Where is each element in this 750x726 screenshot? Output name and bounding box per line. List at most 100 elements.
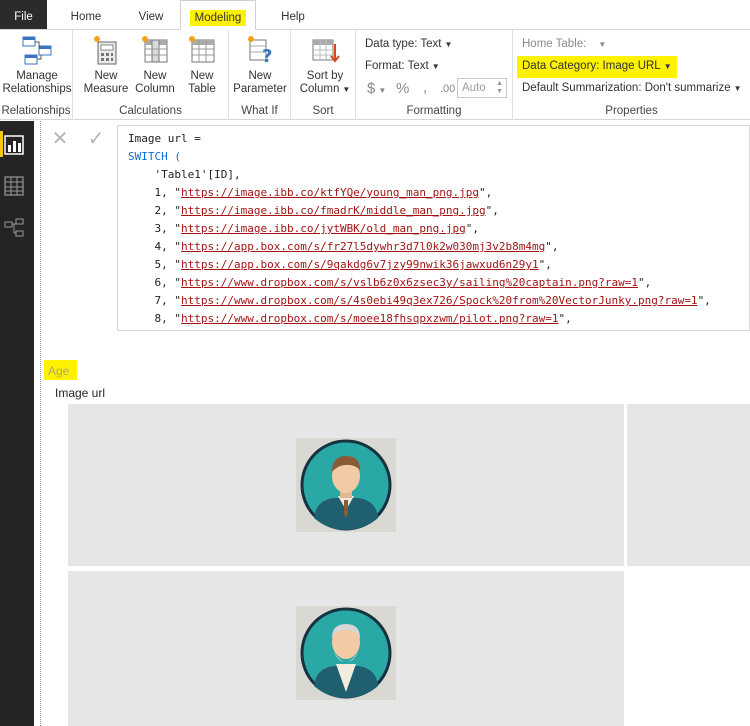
group-label-formatting: Formatting <box>406 105 462 117</box>
case-number: 8 <box>154 312 162 325</box>
formula-url[interactable]: https://app.box.com/s/fr27l5dywhr3d7l0k2… <box>181 240 545 253</box>
formula-case-row: 3, "https://image.ibb.co/jytWBK/old_man_… <box>154 222 480 235</box>
group-relationships: Manage Relationships Relationships <box>0 30 73 120</box>
tab-home[interactable]: Home <box>62 0 110 30</box>
formula-url[interactable]: https://image.ibb.co/ktfYQe/young_man_pn… <box>181 186 479 199</box>
new-column-button[interactable]: New Column <box>132 34 178 96</box>
column-header: Image url <box>55 386 106 400</box>
group-label-relationships: Relationships <box>1 105 71 117</box>
case-number: 5 <box>154 258 162 271</box>
new-table-label: New Table <box>188 70 216 95</box>
ribbon-tab-bar: File Home View Modeling Help <box>0 0 750 31</box>
image-cell[interactable] <box>627 404 750 566</box>
formula-url[interactable]: https://www.dropbox.com/s/4s0ebi49q3ex72… <box>181 294 698 307</box>
group-label-whatif: What If <box>241 105 278 117</box>
group-whatif: ? New Parameter What If <box>229 30 291 120</box>
parameter-icon: ? <box>248 36 272 66</box>
chevron-down-icon: ▼ <box>342 85 351 94</box>
group-calculations: New Measure New Column New Table Calcula… <box>73 30 229 120</box>
new-parameter-button[interactable]: ? New Parameter <box>231 34 289 96</box>
manage-relationships-label: Manage Relationships <box>2 70 72 95</box>
group-formatting: Data type: Text ▼ Format: Text ▼ $ ▼ % , .0… <box>356 30 513 120</box>
format-label: Format: Text <box>365 60 429 72</box>
format-dropdown[interactable]: Format: Text ▼ <box>365 60 440 72</box>
formula-case-row: 2, "https://image.ibb.co/fmadrK/middle_m… <box>154 204 499 217</box>
commit-icon[interactable]: ✓ <box>86 129 106 149</box>
tab-modeling[interactable]: Modeling <box>180 0 256 31</box>
dax-formula-editor[interactable]: Image url = SWITCH ( 'Table1'[ID], 1, "h… <box>117 125 750 331</box>
sort-by-column-label: Sort by Column <box>299 70 344 95</box>
image-cell[interactable] <box>68 571 624 726</box>
tab-view[interactable]: View <box>127 0 175 30</box>
case-number: 4 <box>154 240 162 253</box>
visual-title: Age <box>48 364 70 378</box>
formula-case-row: 1, "https://image.ibb.co/ktfYQe/young_ma… <box>154 186 493 199</box>
formula-case-row: 5, "https://app.box.com/s/9qakdg6v7jzy99… <box>154 258 552 271</box>
data-type-dropdown[interactable]: Data type: Text ▼ <box>365 38 452 50</box>
tab-modeling-label: Modeling <box>189 10 247 26</box>
decimal-icon[interactable]: .00 <box>440 83 455 95</box>
ribbon: Manage Relationships Relationships New M… <box>0 30 750 120</box>
new-column-icon <box>142 36 168 63</box>
avatar <box>296 606 396 700</box>
currency-button[interactable]: $ ▼ <box>367 80 386 97</box>
formula-url[interactable]: https://image.ibb.co/jytWBK/old_man_png.… <box>181 222 466 235</box>
calculator-icon <box>94 36 117 65</box>
new-parameter-label: New Parameter <box>233 70 287 95</box>
spinner-icon[interactable]: ▲ ▼ <box>496 80 503 96</box>
new-column-label: New Column <box>135 70 175 95</box>
canvas-divider <box>40 121 41 726</box>
case-number: 6 <box>154 276 162 289</box>
default-summarization-label: Default Summarization: Don't summarize <box>522 82 731 94</box>
group-label-sort: Sort <box>312 105 334 117</box>
new-table-button[interactable]: New Table <box>179 34 225 96</box>
case-number: 2 <box>154 204 162 217</box>
formula-line-1: Image url = <box>128 132 201 145</box>
decimal-places-input[interactable]: Auto ▲ ▼ <box>457 78 507 98</box>
view-switcher-rail <box>0 121 34 726</box>
sort-by-column-button[interactable]: Sort by Column ▼ <box>297 34 353 96</box>
active-view-indicator <box>0 131 3 157</box>
group-label-properties: Properties <box>605 105 658 117</box>
formula-line-2: SWITCH ( <box>128 150 181 163</box>
case-number: 7 <box>154 294 162 307</box>
sort-icon <box>312 39 340 63</box>
formula-url[interactable]: https://www.dropbox.com/s/moee18fhsqpxzw… <box>181 312 559 325</box>
new-table-icon <box>189 36 215 63</box>
manage-relationships-button[interactable]: Manage Relationships <box>2 34 72 96</box>
home-table-label: Home Table: <box>522 38 587 50</box>
data-view-icon[interactable] <box>4 176 24 196</box>
formula-url[interactable]: https://www.dropbox.com/s/vslb6z0x6zsec3… <box>181 276 638 289</box>
chevron-down-icon: ▼ <box>663 62 672 71</box>
group-properties: Home Table: ▼ Data Category: Image URL ▼ D… <box>513 30 750 120</box>
comma-icon[interactable]: , <box>423 79 427 96</box>
formula-case-row: 7, "https://www.dropbox.com/s/4s0ebi49q3… <box>154 294 711 307</box>
case-number: 3 <box>154 222 162 235</box>
old-man-avatar-icon <box>300 607 392 699</box>
tab-help[interactable]: Help <box>270 0 316 30</box>
chevron-down-icon: ▼ <box>444 40 453 49</box>
decimal-places-value: Auto <box>462 82 486 94</box>
formula-url[interactable]: https://app.box.com/s/9qakdg6v7jzy99nwik… <box>181 258 539 271</box>
relationships-icon <box>22 36 52 65</box>
home-table-dropdown[interactable]: Home Table: ▼ <box>522 38 606 50</box>
currency-icon: $ <box>367 80 376 97</box>
percent-icon[interactable]: % <box>396 80 409 97</box>
formula-case-row: 4, "https://app.box.com/s/fr27l5dywhr3d7… <box>154 240 559 253</box>
model-view-icon[interactable] <box>4 218 24 238</box>
default-summarization-dropdown[interactable]: Default Summarization: Don't summarize ▼ <box>522 82 742 94</box>
new-measure-button[interactable]: New Measure <box>83 34 129 96</box>
data-category-label: Data Category: Image URL <box>522 60 661 72</box>
data-category-dropdown[interactable]: Data Category: Image URL ▼ <box>522 60 672 72</box>
chevron-down-icon: ▼ <box>733 84 742 93</box>
report-view-icon[interactable] <box>4 135 24 155</box>
tab-file[interactable]: File <box>0 0 47 29</box>
new-measure-label: New Measure <box>83 70 129 95</box>
cancel-icon[interactable]: ✕ <box>50 129 70 149</box>
formula-url[interactable]: https://image.ibb.co/fmadrK/middle_man_p… <box>181 204 486 217</box>
formula-line-3: 'Table1'[ID], <box>128 168 241 181</box>
chevron-down-icon: ▼ <box>431 62 440 71</box>
image-cell[interactable] <box>68 404 624 566</box>
svg-text:?: ? <box>262 46 272 66</box>
group-label-calculations: Calculations <box>119 105 182 117</box>
